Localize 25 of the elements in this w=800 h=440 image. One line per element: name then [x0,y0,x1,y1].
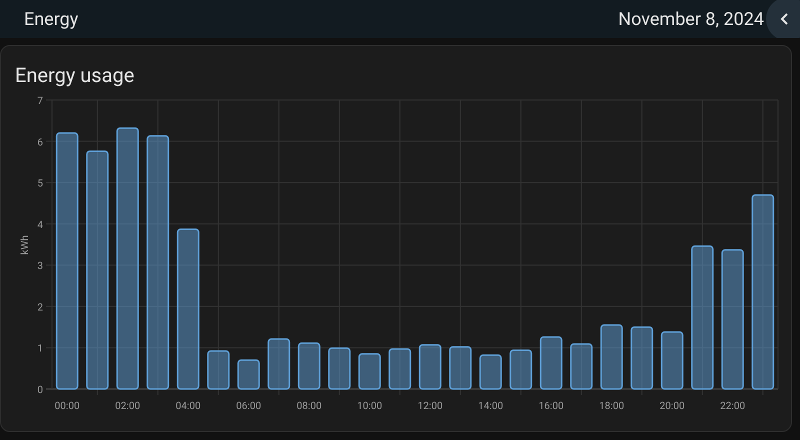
y-tick-label: 3 [37,261,43,272]
y-tick-label: 2 [37,302,43,314]
y-tick-label: 5 [37,178,43,190]
x-tick-label: 18:00 [599,401,624,412]
y-tick-label: 0 [37,385,43,396]
page-title: Energy [24,8,78,32]
y-tick-label: 4 [37,220,43,231]
x-tick-label: 20:00 [660,401,685,412]
x-tick-label: 02:00 [115,401,140,412]
x-tick-label: 12:00 [418,401,443,412]
x-tick-label: 08:00 [296,401,322,412]
card-title: Energy usage [15,62,134,88]
x-tick-label: 06:00 [236,401,262,412]
x-tick-label: 22:00 [720,401,746,412]
x-tick-label: 14:00 [478,401,504,412]
x-tick-label: 16:00 [538,401,564,412]
y-tick-label: 6 [37,137,43,148]
chevron-left-icon [780,13,790,25]
axis-title: kWh [20,235,31,255]
date-label: November 8, 2024 [618,8,764,32]
x-tick-label: 00:00 [54,401,80,412]
y-tick-label: 7 [37,96,43,107]
x-tick-label: 04:00 [176,401,201,412]
x-tick-label: 10:00 [357,401,382,412]
y-tick-label: 1 [37,344,43,355]
